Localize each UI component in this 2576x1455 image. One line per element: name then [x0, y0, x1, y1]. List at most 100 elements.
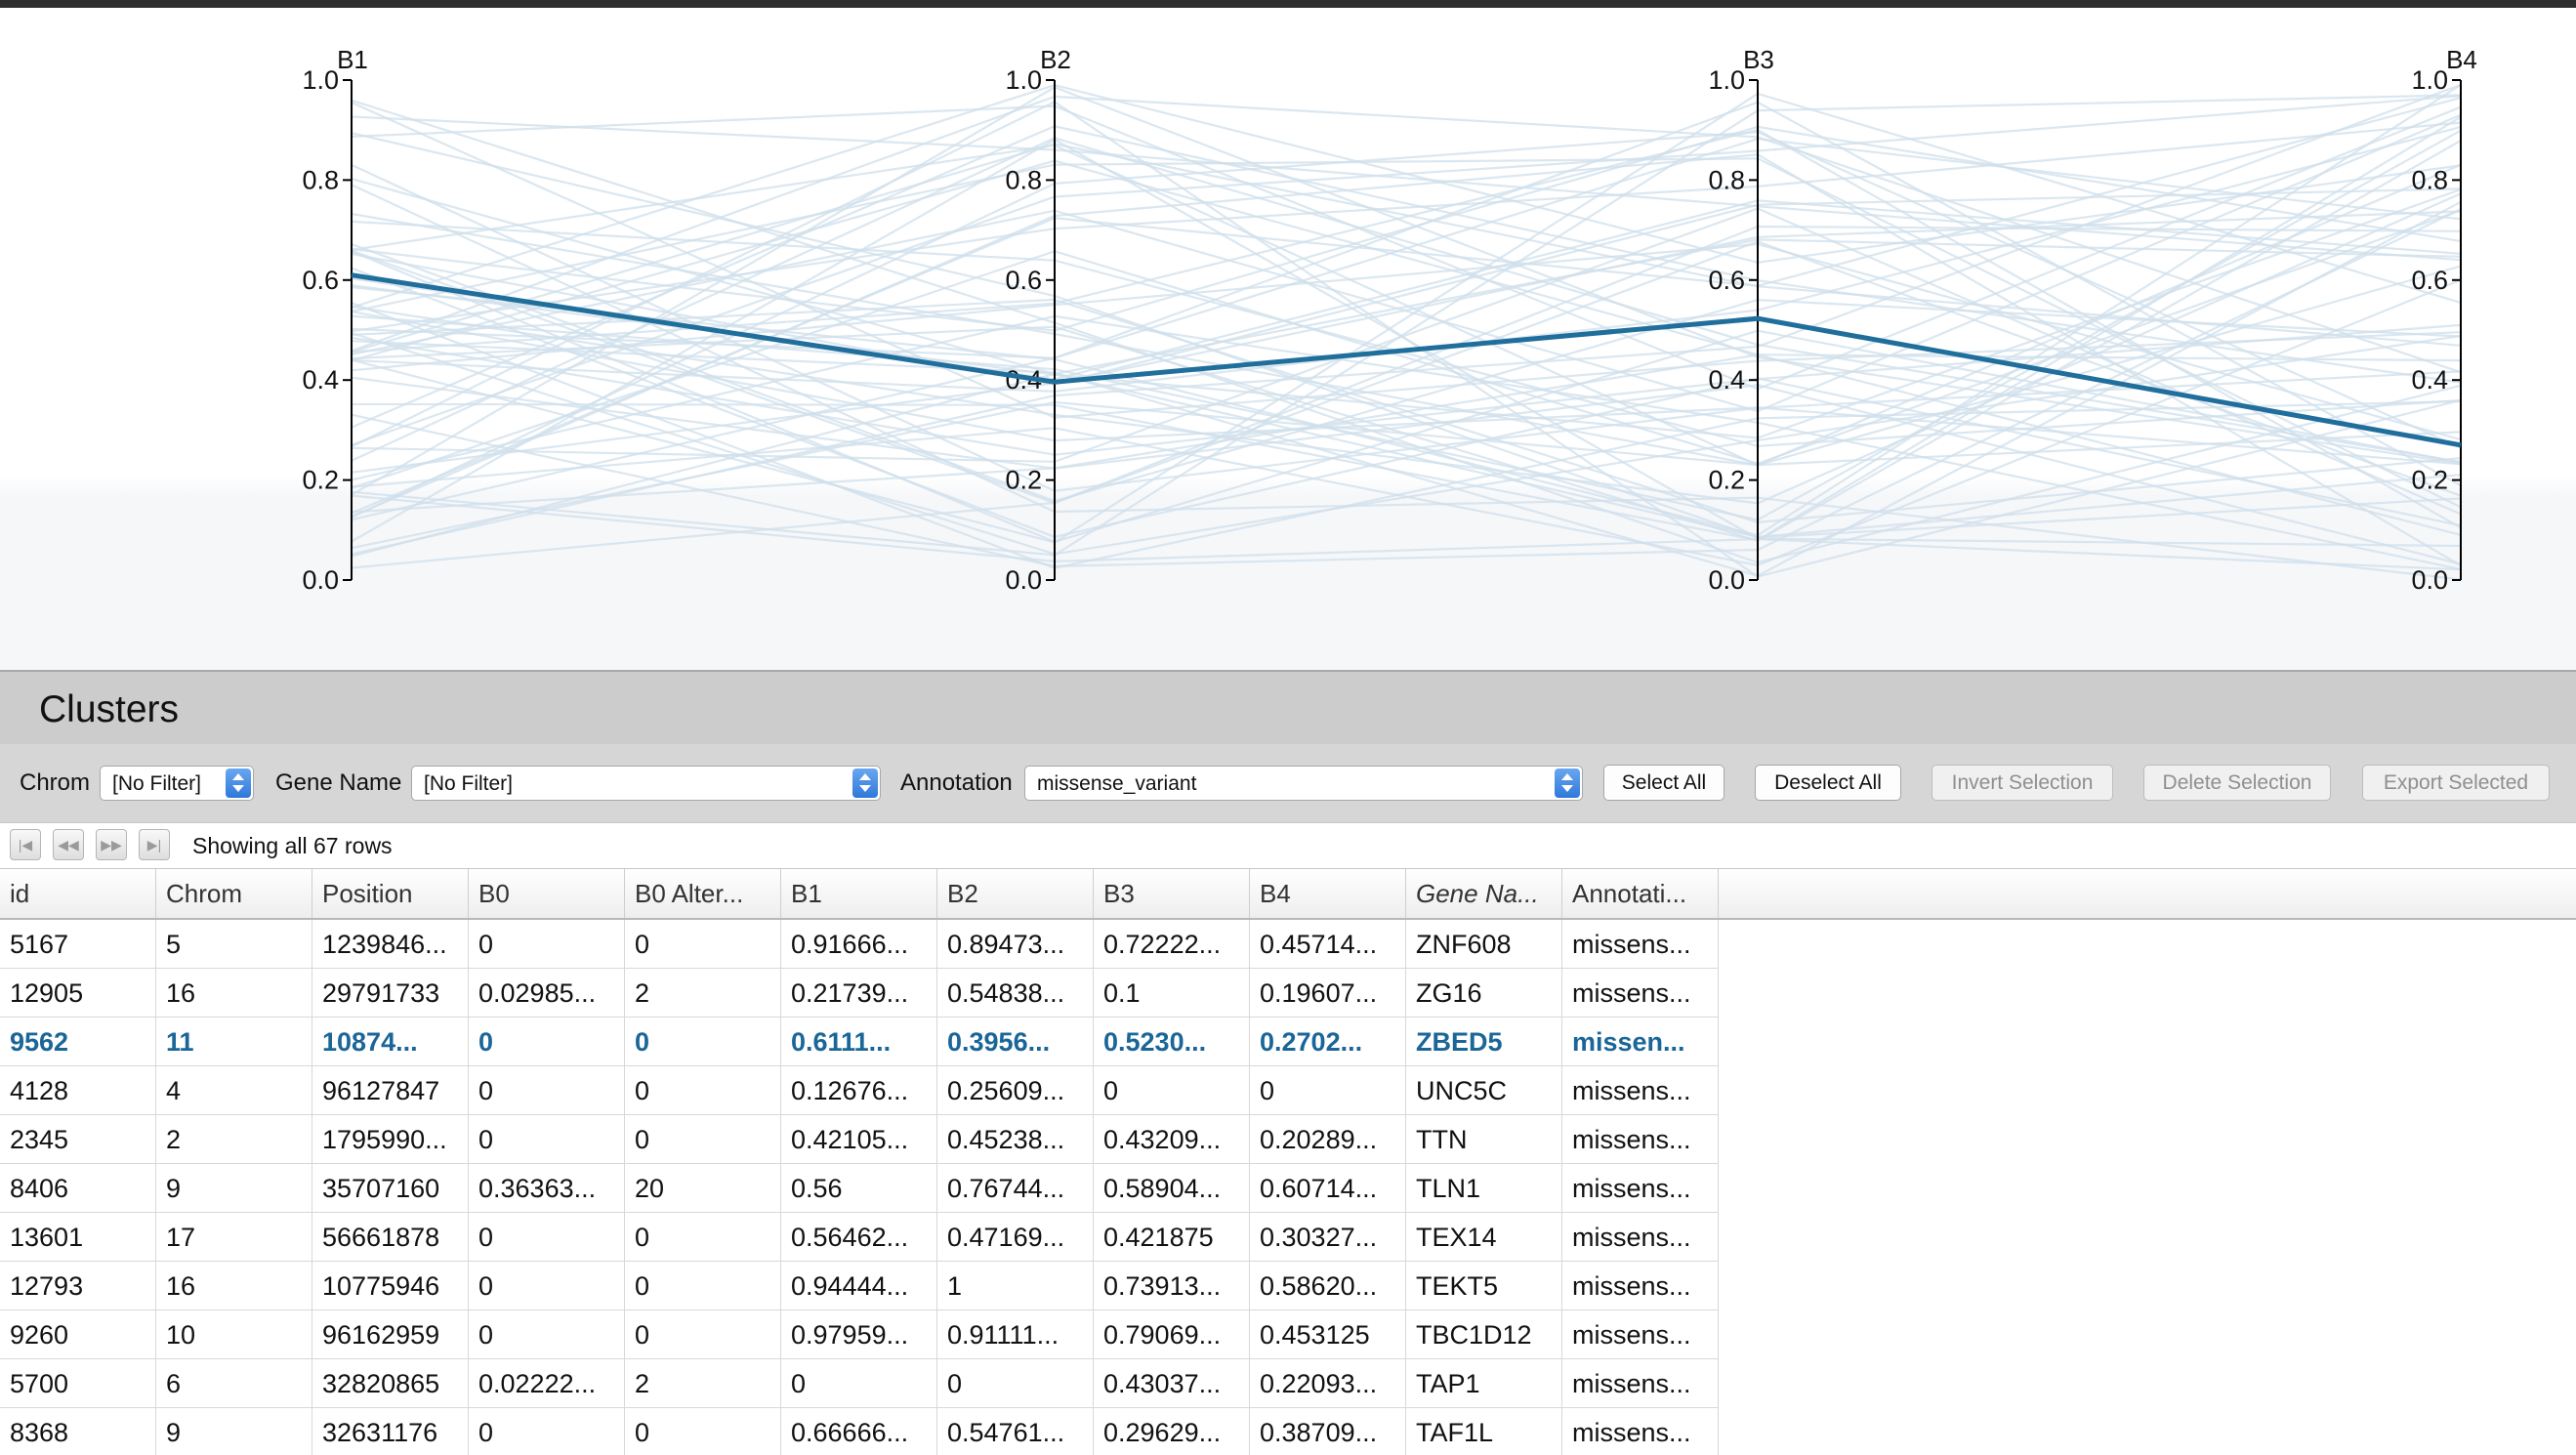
tick-label: 0.0 [1708, 565, 1745, 595]
column-header[interactable]: Annotati... [1562, 869, 1719, 918]
column-header[interactable]: Chrom [156, 869, 312, 918]
select-all-button[interactable]: Select All [1603, 765, 1724, 801]
table-cell: 96127847 [312, 1066, 469, 1115]
table-cell: 8368 [0, 1408, 156, 1455]
table-cell: 0.43037... [1094, 1359, 1250, 1408]
grid-header-row: id Chrom Position B0 B0 Alter... B1 B2 B3 B4 Gene… [0, 869, 2576, 920]
table-cell: 1239846... [312, 920, 469, 969]
invert-selection-button[interactable]: Invert Selection [1932, 765, 2113, 801]
table-cell: missen... [1562, 1018, 1719, 1066]
table-cell: 0 [625, 1066, 781, 1115]
filter-toolbar: Chrom [No Filter] Gene Name [No Filter] … [0, 744, 2576, 822]
column-header[interactable]: B0 [469, 869, 625, 918]
table-cell: 0.66666... [781, 1408, 937, 1455]
column-header[interactable]: B1 [781, 869, 937, 918]
table-cell: UNC5C [1406, 1066, 1562, 1115]
first-page-icon[interactable]: |◀ [10, 829, 41, 860]
tick-label: 0.8 [1708, 165, 1745, 194]
table-cell: missens... [1562, 1310, 1719, 1359]
table-cell: 0.2702... [1250, 1018, 1406, 1066]
table-cell: 9562 [0, 1018, 156, 1066]
table-cell: 29791733 [312, 969, 469, 1018]
column-header[interactable]: B4 [1250, 869, 1406, 918]
table-row[interactable]: 2345 2 1795990... 0 0 0.42105... 0.45238... 0.4… [0, 1115, 1719, 1164]
table-cell: 0.29629... [1094, 1408, 1250, 1455]
table-cell: 0 [625, 1310, 781, 1359]
table-cell: 0.97959... [781, 1310, 937, 1359]
table-cell: 0.21739... [781, 969, 937, 1018]
column-header[interactable]: B0 Alter... [625, 869, 781, 918]
table-cell: 8406 [0, 1164, 156, 1213]
table-cell: 0 [469, 1408, 625, 1455]
record-line [351, 240, 2462, 505]
table-row[interactable]: 12793 16 10775946 0 0 0.94444... 1 0.73913... 0.… [0, 1262, 1719, 1310]
table-cell: 0.02222... [469, 1359, 625, 1408]
table-row[interactable]: 5700 6 32820865 0.02222... 2 0 0 0.43037... 0.22… [0, 1359, 1719, 1408]
table-cell: 10874... [312, 1018, 469, 1066]
table-row[interactable]: 8406 9 35707160 0.36363... 20 0.56 0.76744... 0… [0, 1164, 1719, 1213]
table-cell: TEX14 [1406, 1213, 1562, 1262]
table-cell: 0 [469, 1310, 625, 1359]
table-cell: TTN [1406, 1115, 1562, 1164]
column-header[interactable]: B2 [937, 869, 1094, 918]
table-cell: 0.38709... [1250, 1408, 1406, 1455]
parallel-coordinates-plot[interactable]: 0.00.20.40.60.81.0B10.00.20.40.60.81.0B2… [0, 8, 2576, 670]
table-cell: missens... [1562, 1262, 1719, 1310]
table-row[interactable]: 9260 10 96162959 0 0 0.97959... 0.91111... 0.79… [0, 1310, 1719, 1359]
last-page-icon[interactable]: ▶| [139, 829, 170, 860]
column-header[interactable]: Gene Na... [1406, 869, 1562, 918]
table-row[interactable]: 8368 9 32631176 0 0 0.66666... 0.54761... 0.296… [0, 1408, 1719, 1455]
gene-name-filter-label: Gene Name [275, 769, 402, 796]
gene-name-filter-select[interactable]: [No Filter] [411, 766, 881, 801]
table-row[interactable]: 9562 11 10874... 0 0 0.6111... 0.3956... 0.5230… [0, 1018, 1719, 1066]
next-page-icon[interactable]: ▶▶ [96, 829, 127, 860]
previous-page-icon[interactable]: ◀◀ [53, 829, 84, 860]
table-cell: 6 [156, 1359, 312, 1408]
table-cell: 0 [625, 1213, 781, 1262]
table-cell: missens... [1562, 1066, 1719, 1115]
table-cell: 2 [625, 1359, 781, 1408]
table-cell: missens... [1562, 920, 1719, 969]
table-cell: 0 [625, 1262, 781, 1310]
gene-name-filter-value: [No Filter] [424, 772, 514, 795]
record-line [351, 115, 2462, 542]
table-cell: 13601 [0, 1213, 156, 1262]
table-cell: ZG16 [1406, 969, 1562, 1018]
tick-label: 0.2 [1005, 466, 1042, 495]
table-cell: 2 [625, 969, 781, 1018]
table-cell: 0.73913... [1094, 1262, 1250, 1310]
table-cell: 0.54838... [937, 969, 1094, 1018]
chevron-updown-icon [1555, 769, 1580, 798]
table-cell: 0.30327... [1250, 1213, 1406, 1262]
table-cell: 9260 [0, 1310, 156, 1359]
delete-selection-button[interactable]: Delete Selection [2143, 765, 2331, 801]
table-cell: 0 [625, 1018, 781, 1066]
tick-label: 0.6 [2411, 266, 2448, 295]
export-selected-button[interactable]: Export Selected [2362, 765, 2550, 801]
table-row[interactable]: 13601 17 56661878 0 0 0.56462... 0.47169... 0.4… [0, 1213, 1719, 1262]
annotation-filter-select[interactable]: missense_variant [1024, 766, 1583, 801]
table-row[interactable]: 5167 5 1239846... 0 0 0.91666... 0.89473... 0.7… [0, 920, 1719, 969]
deselect-all-button[interactable]: Deselect All [1755, 765, 1901, 801]
chevron-updown-icon [226, 769, 251, 798]
table-cell: 0.91111... [937, 1310, 1094, 1359]
axis-title: B4 [2446, 45, 2477, 74]
table-row[interactable]: 4128 4 96127847 0 0 0.12676... 0.25609... 0 0 UNC… [0, 1066, 1719, 1115]
column-header[interactable]: id [0, 869, 156, 918]
axis-title: B1 [337, 45, 368, 74]
column-header[interactable]: B3 [1094, 869, 1250, 918]
table-cell: 12905 [0, 969, 156, 1018]
table-cell: 0.453125 [1250, 1310, 1406, 1359]
table-row[interactable]: 12905 16 29791733 0.02985... 2 0.21739... 0.54… [0, 969, 1719, 1018]
parallel-coordinates-panel: 0.0 0.2 0.4 0.6 0.8 1.0 B1 0.0 0.2 0.4 0.6 0.8 1.0 B2… [0, 8, 2576, 670]
table-cell: 0.43209... [1094, 1115, 1250, 1164]
table-cell: ZBED5 [1406, 1018, 1562, 1066]
table-cell: TAF1L [1406, 1408, 1562, 1455]
table-cell: 0.45714... [1250, 920, 1406, 969]
table-cell: 0.56462... [781, 1213, 937, 1262]
chrom-filter-select[interactable]: [No Filter] [100, 766, 254, 801]
table-cell: 0.5230... [1094, 1018, 1250, 1066]
table-cell: 9 [156, 1408, 312, 1455]
table-cell: 0.42105... [781, 1115, 937, 1164]
column-header[interactable]: Position [312, 869, 469, 918]
